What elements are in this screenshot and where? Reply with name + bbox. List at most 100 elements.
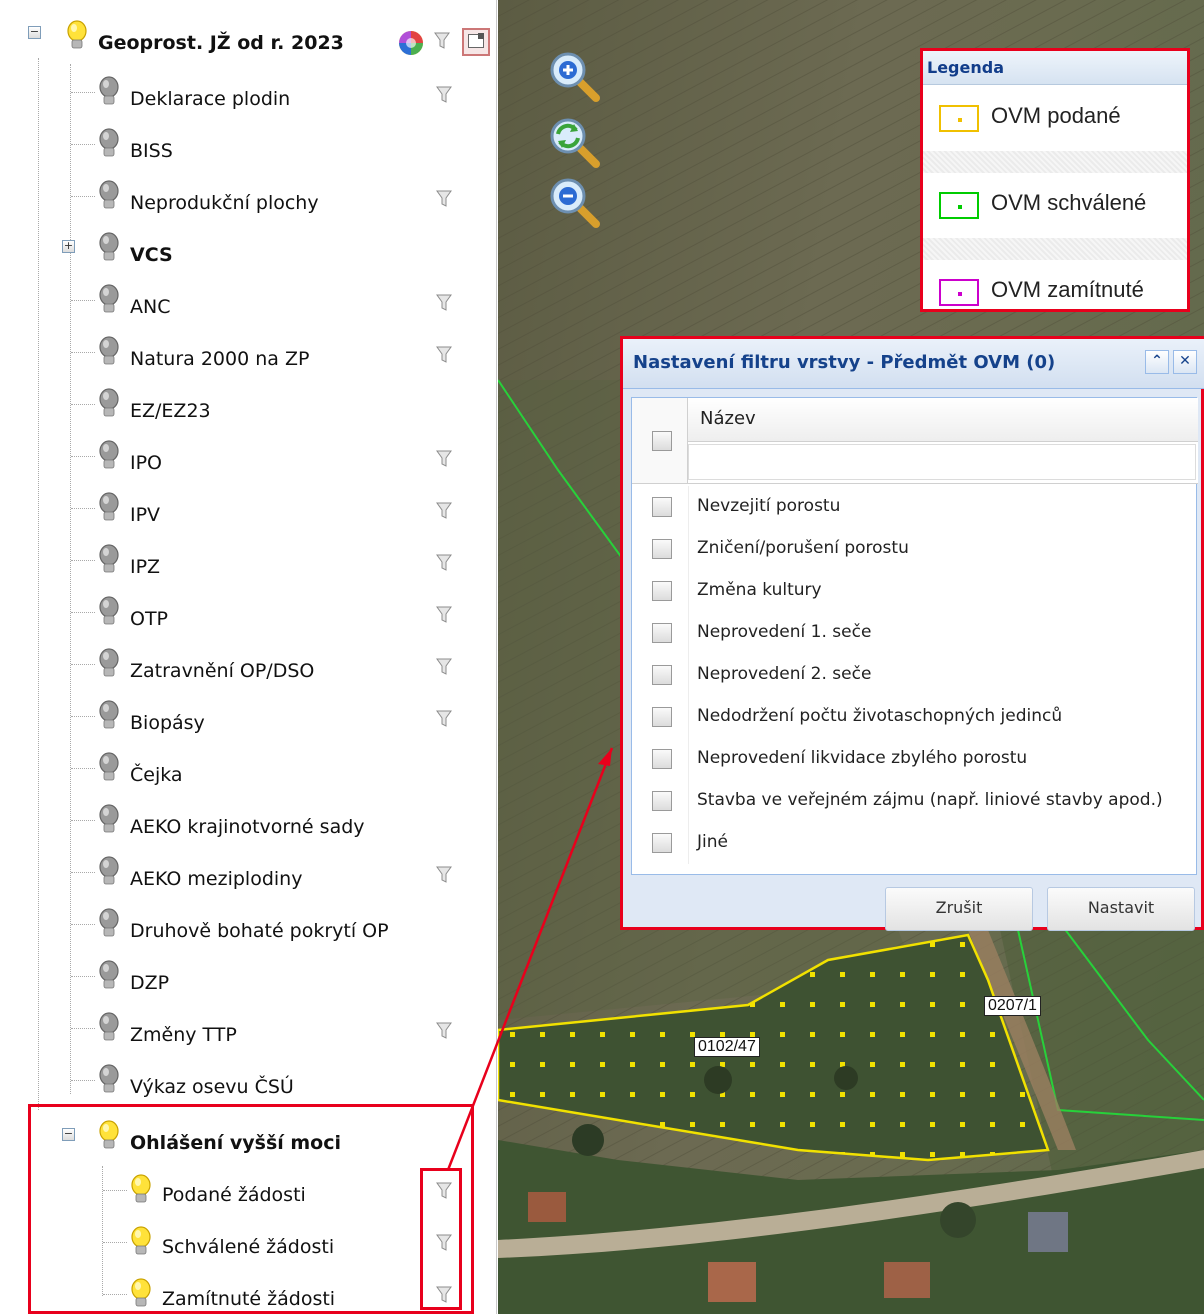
tree-layer-label[interactable]: OTP <box>130 608 168 630</box>
filter-option-row[interactable]: Stavba ve veřejném zájmu (např. liniové … <box>632 780 1198 822</box>
tree-layer-label[interactable]: VCS <box>130 244 173 266</box>
tree-root-label[interactable]: Geoprost. JŽ od r. 2023 <box>98 32 344 54</box>
option-cell[interactable]: Neprovedení likvidace zbylého porostu <box>688 738 1198 780</box>
filter-icon[interactable] <box>436 1286 452 1304</box>
lightbulb-off-icon[interactable] <box>98 336 120 368</box>
apply-button[interactable]: Nastavit <box>1047 887 1195 931</box>
tree-sublayer-label[interactable]: Zamítnuté žádosti <box>162 1288 335 1310</box>
filter-option-row[interactable]: Jiné <box>632 822 1198 864</box>
option-cell[interactable]: Zničení/porušení porostu <box>688 528 1198 570</box>
filter-icon[interactable] <box>436 86 452 104</box>
tree-layer-row[interactable]: IPZ <box>0 538 496 590</box>
tree-layer-label[interactable]: IPZ <box>130 556 160 578</box>
lightbulb-off-icon[interactable] <box>98 960 120 992</box>
tree-layer-label[interactable]: AEKO krajinotvorné sady <box>130 816 365 838</box>
option-checkbox[interactable] <box>652 581 672 601</box>
cancel-button[interactable]: Zrušit <box>885 887 1033 931</box>
expand-icon[interactable]: + <box>62 240 75 253</box>
filter-icon[interactable] <box>434 32 450 50</box>
option-checkbox[interactable] <box>652 665 672 685</box>
tree-layer-label[interactable]: DZP <box>130 972 169 994</box>
lightbulb-off-icon[interactable] <box>98 1064 120 1096</box>
option-cell[interactable]: Jiné <box>688 822 1198 864</box>
lightbulb-off-icon[interactable] <box>98 596 120 628</box>
tree-layer-label[interactable]: Čejka <box>130 764 183 786</box>
lightbulb-on-icon[interactable] <box>130 1174 152 1206</box>
tree-layer-label[interactable]: AEKO meziplodiny <box>130 868 302 890</box>
tree-sublayer-row[interactable]: Podané žádosti <box>0 1166 496 1218</box>
tree-layer-label[interactable]: EZ/EZ23 <box>130 400 211 422</box>
collapse-icon[interactable]: − <box>28 26 41 39</box>
layer-properties-button[interactable] <box>462 28 490 56</box>
filter-icon[interactable] <box>436 658 452 676</box>
filter-icon[interactable] <box>436 554 452 572</box>
lightbulb-off-icon[interactable] <box>98 804 120 836</box>
lightbulb-off-icon[interactable] <box>98 1012 120 1044</box>
lightbulb-on-icon[interactable] <box>130 1226 152 1258</box>
collapse-icon[interactable]: − <box>62 1128 75 1141</box>
tree-layer-label[interactable]: Druhově bohaté pokrytí OP <box>130 920 389 942</box>
lightbulb-off-icon[interactable] <box>98 856 120 888</box>
tree-layer-row[interactable]: + VCS <box>0 226 496 278</box>
tree-group-row[interactable]: − Ohlášení vyšší moci <box>0 1114 496 1166</box>
filter-icon[interactable] <box>436 710 452 728</box>
close-icon[interactable]: ✕ <box>1173 350 1197 374</box>
filter-icon[interactable] <box>436 1182 452 1200</box>
lightbulb-off-icon[interactable] <box>98 648 120 680</box>
filter-option-row[interactable]: Zničení/porušení porostu <box>632 528 1198 570</box>
tree-layer-row[interactable]: IPV <box>0 486 496 538</box>
filter-icon[interactable] <box>436 1234 452 1252</box>
option-checkbox[interactable] <box>652 497 672 517</box>
filter-icon[interactable] <box>436 294 452 312</box>
tree-sublayer-label[interactable]: Podané žádosti <box>162 1184 306 1206</box>
tree-sublayer-label[interactable]: Schválené žádosti <box>162 1236 334 1258</box>
tree-layer-row[interactable]: Deklarace plodin <box>0 70 496 122</box>
tree-layer-label[interactable]: Výkaz osevu ČSÚ <box>130 1076 294 1098</box>
filter-option-row[interactable]: Neprovedení 2. seče <box>632 654 1198 696</box>
tree-layer-row[interactable]: EZ/EZ23 <box>0 382 496 434</box>
tree-layer-row[interactable]: Čejka <box>0 746 496 798</box>
filter-icon[interactable] <box>436 346 452 364</box>
tree-layer-label[interactable]: Zatravnění OP/DSO <box>130 660 314 682</box>
tree-group-label[interactable]: Ohlášení vyšší moci <box>130 1132 341 1154</box>
tree-layer-label[interactable]: IPV <box>130 504 160 526</box>
select-all-checkbox[interactable] <box>652 431 672 451</box>
option-cell[interactable]: Nedodržení počtu životaschopných jedinců <box>688 696 1198 738</box>
collapse-up-icon[interactable]: ⌃ <box>1145 350 1169 374</box>
lightbulb-off-icon[interactable] <box>98 700 120 732</box>
filter-option-row[interactable]: Nedodržení počtu životaschopných jedinců <box>632 696 1198 738</box>
lightbulb-on-icon[interactable] <box>66 20 88 52</box>
column-filter-input[interactable] <box>688 444 1196 480</box>
tree-layer-row[interactable]: AEKO meziplodiny <box>0 850 496 902</box>
lightbulb-off-icon[interactable] <box>98 908 120 940</box>
tree-layer-row[interactable]: BISS <box>0 122 496 174</box>
lightbulb-off-icon[interactable] <box>98 284 120 316</box>
filter-option-row[interactable]: Nevzejití porostu <box>632 486 1198 528</box>
option-cell[interactable]: Změna kultury <box>688 570 1198 612</box>
filter-option-row[interactable]: Změna kultury <box>632 570 1198 612</box>
tree-layer-label[interactable]: Natura 2000 na ZP <box>130 348 309 370</box>
tree-layer-row[interactable]: Výkaz osevu ČSÚ <box>0 1058 496 1110</box>
tree-layer-row[interactable]: Zatravnění OP/DSO <box>0 642 496 694</box>
tree-layer-row[interactable]: ANC <box>0 278 496 330</box>
dialog-title-bar[interactable]: Nastavení filtru vrstvy - Předmět OVM (0… <box>623 339 1204 389</box>
tree-layer-label[interactable]: IPO <box>130 452 162 474</box>
zoom-in-icon[interactable] <box>548 50 604 106</box>
option-checkbox[interactable] <box>652 833 672 853</box>
lightbulb-off-icon[interactable] <box>98 440 120 472</box>
tree-root-row[interactable]: − Geoprost. JŽ od r. 2023 <box>0 18 496 70</box>
tree-layer-label[interactable]: Deklarace plodin <box>130 88 290 110</box>
option-checkbox[interactable] <box>652 749 672 769</box>
tree-layer-label[interactable]: BISS <box>130 140 173 162</box>
lightbulb-off-icon[interactable] <box>98 232 120 264</box>
tree-layer-label[interactable]: Neprodukční plochy <box>130 192 319 214</box>
tree-layer-row[interactable]: Biopásy <box>0 694 496 746</box>
tree-layer-row[interactable]: IPO <box>0 434 496 486</box>
filter-icon[interactable] <box>436 190 452 208</box>
option-checkbox[interactable] <box>652 791 672 811</box>
filter-icon[interactable] <box>436 606 452 624</box>
lightbulb-on-icon[interactable] <box>130 1278 152 1310</box>
tree-layer-row[interactable]: Natura 2000 na ZP <box>0 330 496 382</box>
lightbulb-off-icon[interactable] <box>98 128 120 160</box>
zoom-out-icon[interactable] <box>548 176 604 232</box>
